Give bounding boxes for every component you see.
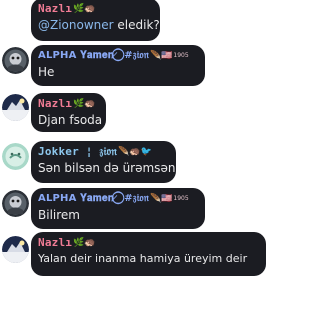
avatar[interactable] [2,190,29,217]
sender-emoji: 🌿🦔 [73,238,96,248]
sender-header: ALPHA 𝐘𝐚𝐦𝐞𝐧 ̷ ⃝ #𝔷𝔦𝔬𝔫 🪶🇺🇸 1905 [38,49,197,63]
sender-header: ALPHA 𝐘𝐚𝐦𝐞𝐧 ̷ ⃝ #𝔷𝔦𝔬𝔫 🪶🇺🇸 1905 [38,192,197,206]
message-text: Yalan deir inanma hamiya üreyim deir [38,252,248,265]
sender-name[interactable]: ALPHA 𝐘𝐚𝐦𝐞𝐧 ̷ ⃝ #𝔷𝔦𝔬𝔫 [38,192,149,206]
message-bubble[interactable]: Nazlı 🌿🦔 Djan fsoda [31,93,106,132]
sender-emoji: 🪶🦔🐦 [118,147,152,157]
message-bubble[interactable]: Nazlı 🌿🦔 @Zionowner eledik? [31,0,160,41]
sender-emoji: 🪶🇺🇸 [149,194,173,204]
avatar-image [2,94,29,121]
chat-message-list: Nazlı 🌿🦔 @Zionowner eledik? ALPHA 𝐘𝐚𝐦𝐞𝐧 … [0,0,266,320]
message-text: @Zionowner eledik? [38,17,160,33]
sender-superscript: 1905 [173,195,189,202]
message-bubble[interactable]: ALPHA 𝐘𝐚𝐦𝐞𝐧 ̷ ⃝ #𝔷𝔦𝔬𝔫 🪶🇺🇸 1905 Bilirem [31,188,205,229]
avatar[interactable] [2,94,29,121]
message-text-tail: eledik? [113,18,160,32]
sender-superscript: 1905 [173,52,189,59]
message-bubble[interactable]: Jokker ¦ 𝔷𝔦𝔬𝔫 🪶🦔🐦 Sən bilsən də ürəmsən [31,141,176,183]
avatar[interactable] [2,143,29,170]
sender-name[interactable]: Nazlı [38,97,72,111]
sender-emoji: 🌿🦔 [73,99,96,109]
avatar-image [2,236,29,263]
message-bubble[interactable]: ALPHA 𝐘𝐚𝐦𝐞𝐧 ̷ ⃝ #𝔷𝔦𝔬𝔫 🪶🇺🇸 1905 He [31,45,205,86]
avatar[interactable] [2,236,29,263]
message-bubble[interactable]: Nazlı 🌿🦔 Yalan deir inanma hamiya üreyim… [31,232,266,276]
sender-name[interactable]: Nazlı [38,2,72,16]
avatar-image [2,143,29,170]
sender-header: Jokker ¦ 𝔷𝔦𝔬𝔫 🪶🦔🐦 [38,145,168,159]
message-text: He [38,65,55,79]
sender-header: Nazlı 🌿🦔 [38,236,258,250]
sender-emoji: 🪶🇺🇸 [149,51,173,61]
sender-name[interactable]: ALPHA 𝐘𝐚𝐦𝐞𝐧 ̷ ⃝ #𝔷𝔦𝔬𝔫 [38,49,149,63]
sender-header: Nazlı 🌿🦔 [38,97,98,111]
avatar[interactable] [2,47,29,74]
user-mention[interactable]: @Zionowner [38,18,114,32]
avatar-image [2,47,29,74]
sender-name[interactable]: Jokker ¦ 𝔷𝔦𝔬𝔫 [38,145,117,159]
message-text: Sən bilsən də ürəmsən [38,161,176,175]
avatar-image [2,190,29,217]
message-text: Bilirem [38,208,80,222]
sender-name[interactable]: Nazlı [38,236,72,250]
sender-header: Nazlı 🌿🦔 [38,2,152,16]
sender-emoji: 🌿🦔 [73,4,96,14]
message-text: Djan fsoda [38,113,103,127]
